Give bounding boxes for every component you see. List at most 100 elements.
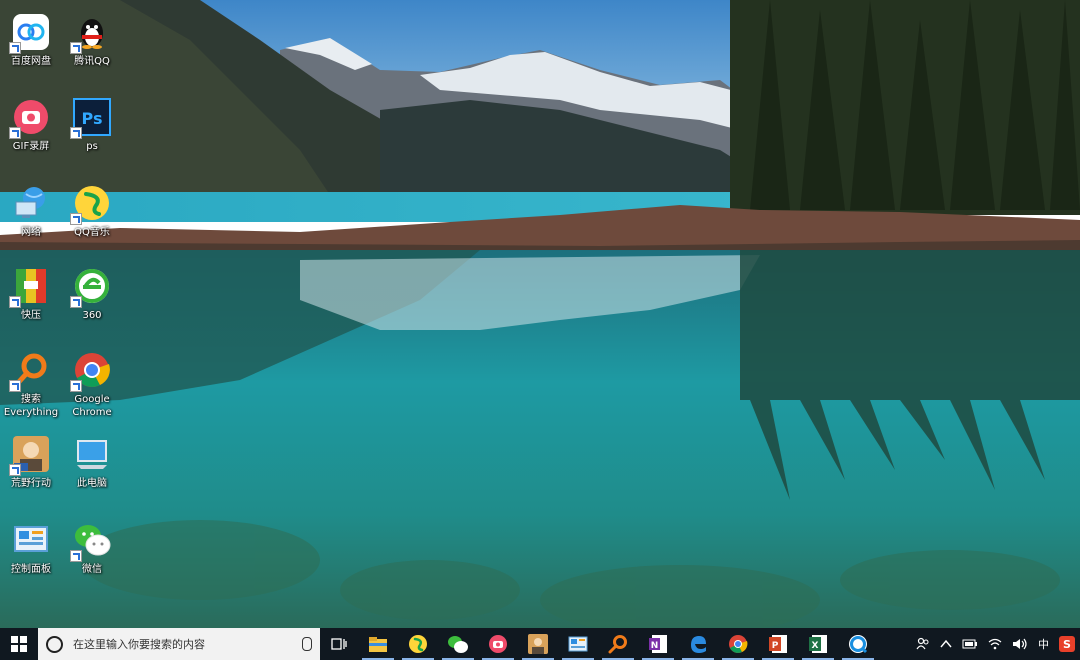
task-view-icon <box>331 638 347 650</box>
desktop-icon-chrome[interactable]: Google Chrome <box>61 350 123 419</box>
desktop-icon-label: Google Chrome <box>72 394 112 418</box>
start-button[interactable] <box>0 628 38 660</box>
this-pc-icon <box>72 434 112 474</box>
taskbar-search-box[interactable]: 在这里输入你要搜索的内容 <box>38 628 320 660</box>
taskbar-app-chrome[interactable] <box>718 628 758 660</box>
desktop-wallpaper <box>0 0 1080 628</box>
desktop-icon-photoshop[interactable]: Ps ps <box>61 97 123 153</box>
shortcut-arrow-icon <box>70 127 82 139</box>
shortcut-arrow-icon <box>70 296 82 308</box>
shortcut-arrow-icon <box>9 127 21 139</box>
desktop-icon-label: 360 <box>82 310 102 321</box>
speaker-icon <box>1013 638 1027 650</box>
system-tray: 中 S <box>911 628 1080 660</box>
desktop-icon-network[interactable]: 网络 <box>0 183 62 239</box>
taskbar-app-edge[interactable] <box>678 628 718 660</box>
desktop-icon-this-pc[interactable]: 此电脑 <box>61 434 123 490</box>
shortcut-arrow-icon <box>70 42 82 54</box>
shortcut-arrow-icon <box>70 213 82 225</box>
desktop-icon-gif-recorder[interactable]: GIF录屏 <box>0 97 62 153</box>
desktop-icon-label: GIF录屏 <box>12 141 50 152</box>
shortcut-arrow-icon <box>70 380 82 392</box>
taskbar-app-gif-recorder[interactable] <box>478 628 518 660</box>
taskbar-app-onenote[interactable]: N <box>638 628 678 660</box>
wifi-icon <box>988 638 1002 650</box>
game-icon <box>9 434 51 476</box>
taskbar-app-game[interactable] <box>518 628 558 660</box>
browser-icon <box>849 635 868 654</box>
desktop-icon-label: 荒野行动 <box>11 478 51 489</box>
gif-recorder-icon <box>9 97 51 139</box>
shortcut-arrow-icon <box>9 464 21 476</box>
chrome-icon <box>729 635 748 653</box>
kuaiya-icon <box>9 266 51 308</box>
everything-search-icon <box>608 635 627 654</box>
svg-text:P: P <box>772 641 779 651</box>
baidu-netdisk-icon <box>9 12 51 54</box>
windows-logo-icon <box>11 636 27 652</box>
desktop-icon-game[interactable]: 荒野行动 <box>0 434 62 490</box>
svg-text:Ps: Ps <box>82 109 103 128</box>
qq-music-icon <box>409 635 427 653</box>
people-button[interactable] <box>911 628 935 660</box>
taskbar-app-qq-music[interactable] <box>398 628 438 660</box>
desktop-icon-qq-music[interactable]: QQ音乐 <box>61 183 123 239</box>
taskbar: 在这里输入你要搜索的内容 N P X 中 S <box>0 628 1080 660</box>
powerpoint-icon: P <box>769 635 787 653</box>
taskbar-app-browser[interactable] <box>838 628 878 660</box>
edge-icon <box>691 636 706 653</box>
show-hidden-icons-button[interactable] <box>935 628 957 660</box>
network-icon <box>11 183 51 223</box>
desktop-icon-wechat[interactable]: 微信 <box>61 520 123 576</box>
onenote-icon: N <box>649 635 667 653</box>
desktop-icon-label: 搜索 Everything <box>3 394 59 418</box>
desktop-icon-label: 腾讯QQ <box>74 56 110 67</box>
sogou-ime-icon: S <box>1059 636 1075 652</box>
people-icon <box>916 637 929 650</box>
game-icon <box>528 634 548 654</box>
shortcut-arrow-icon <box>70 550 82 562</box>
cortana-icon <box>46 635 63 653</box>
desktop-icon-label: ps <box>86 141 98 152</box>
taskbar-app-wechat[interactable] <box>438 628 478 660</box>
search-placeholder: 在这里输入你要搜索的内容 <box>73 638 205 651</box>
taskbar-app-powerpoint[interactable]: P <box>758 628 798 660</box>
network-button[interactable] <box>983 628 1007 660</box>
desktop-icon-label: 此电脑 <box>77 478 107 489</box>
desktop-icon-baidu-netdisk[interactable]: 百度网盘 <box>0 12 62 68</box>
qq-penguin-icon <box>70 12 112 54</box>
taskbar-app-control-panel[interactable] <box>558 628 598 660</box>
desktop-icon-control-panel[interactable]: 控制面板 <box>0 520 62 576</box>
desktop-icon-label: 网络 <box>21 227 41 238</box>
sogou-ime-button[interactable]: S <box>1054 628 1080 660</box>
control-panel-icon <box>11 520 51 560</box>
taskbar-app-excel[interactable]: X <box>798 628 838 660</box>
svg-text:N: N <box>651 641 659 651</box>
desktop-icon-label: 快压 <box>21 310 41 321</box>
desktop-icon-360[interactable]: 360 <box>61 266 123 322</box>
desktop-icon-everything[interactable]: 搜索 Everything <box>0 350 62 419</box>
control-panel-icon <box>568 636 588 652</box>
microphone-icon[interactable] <box>302 637 312 651</box>
file-explorer-icon <box>369 637 387 652</box>
qq-music-icon <box>70 183 112 225</box>
battery-button[interactable] <box>957 628 983 660</box>
wechat-icon <box>70 520 112 562</box>
gif-recorder-icon <box>489 635 507 653</box>
photoshop-icon: Ps <box>70 97 112 139</box>
desktop-icon-qq[interactable]: 腾讯QQ <box>61 12 123 68</box>
wechat-icon <box>448 636 468 653</box>
shortcut-arrow-icon <box>9 42 21 54</box>
taskbar-app-everything[interactable] <box>598 628 638 660</box>
desktop-icon-kuaiya[interactable]: 快压 <box>0 266 62 322</box>
chrome-icon <box>70 350 112 392</box>
svg-text:X: X <box>812 641 819 651</box>
taskbar-app-file-explorer[interactable] <box>358 628 398 660</box>
shortcut-arrow-icon <box>9 296 21 308</box>
input-method-indicator[interactable]: 中 <box>1033 628 1054 660</box>
desktop-icon-label: QQ音乐 <box>74 227 110 238</box>
browser-360-icon <box>70 266 112 308</box>
task-view-button[interactable] <box>320 628 358 660</box>
volume-button[interactable] <box>1007 628 1033 660</box>
desktop-icon-label: 百度网盘 <box>11 56 51 67</box>
